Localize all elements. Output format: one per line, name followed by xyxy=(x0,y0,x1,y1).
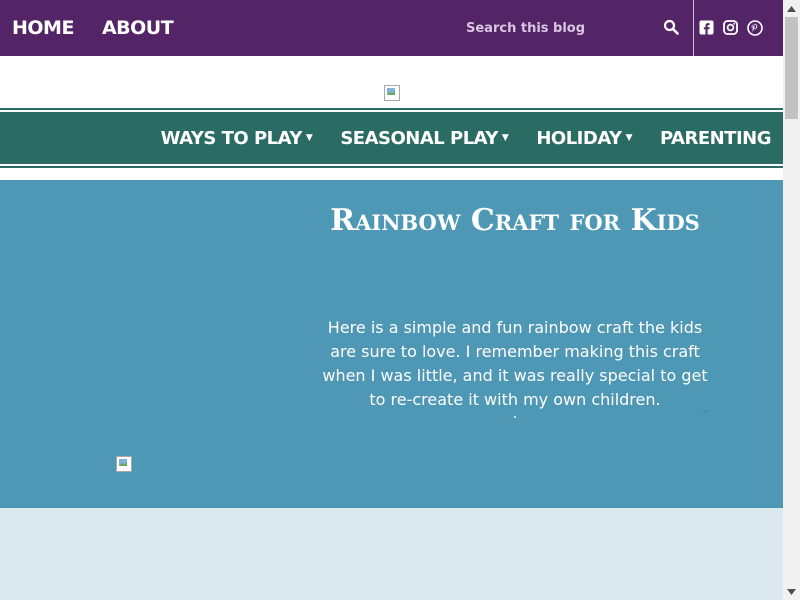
top-bar: HOME ABOUT xyxy=(0,0,783,56)
search-box xyxy=(466,0,693,56)
content-area xyxy=(0,508,783,600)
nav-border-top xyxy=(0,108,783,110)
menu-label: HOLIDAY xyxy=(536,127,622,149)
caret-down-icon: ▼ xyxy=(625,133,633,143)
menu-ways-to-play[interactable]: WAYS TO PLAY ▼ xyxy=(161,128,313,149)
nav-about-link[interactable]: ABOUT xyxy=(102,17,174,39)
scroll-thumb[interactable] xyxy=(785,17,798,119)
nav-border-bottom xyxy=(0,166,783,168)
nav-home-link[interactable]: HOME xyxy=(12,17,74,39)
menu-label: SEASONAL PLAY xyxy=(340,127,498,149)
scroll-down-arrow-icon[interactable] xyxy=(783,583,800,600)
post-excerpt: Here is a simple and fun rainbow craft t… xyxy=(322,318,708,409)
decorative-dot xyxy=(514,416,516,418)
broken-image-icon[interactable] xyxy=(116,456,132,472)
header-divider xyxy=(693,0,694,56)
caret-down-icon: ▼ xyxy=(305,133,313,143)
search-icon[interactable] xyxy=(663,19,681,37)
featured-post: Rainbow Craft for Kids Here is a simple … xyxy=(0,180,783,508)
pinterest-icon[interactable] xyxy=(747,20,763,36)
menu-seasonal-play[interactable]: SEASONAL PLAY ▼ xyxy=(340,127,509,149)
broken-image-icon[interactable] xyxy=(384,85,400,101)
scroll-up-arrow-icon[interactable] xyxy=(783,0,800,17)
post-title[interactable]: Rainbow Craft for Kids xyxy=(320,196,710,246)
scrollbar[interactable] xyxy=(783,0,800,600)
top-nav: HOME ABOUT xyxy=(0,0,189,56)
main-nav: WAYS TO PLAY ▼ SEASONAL PLAY ▼ HOLIDAY ▼… xyxy=(0,112,783,164)
facebook-icon[interactable] xyxy=(699,20,715,36)
menu-holiday[interactable]: HOLIDAY ▼ xyxy=(536,128,632,149)
logo-area xyxy=(0,56,783,108)
read-more-ellipsis[interactable]: ... xyxy=(700,404,710,415)
caret-down-icon: ▼ xyxy=(501,133,509,143)
menu-label: PARENTING xyxy=(659,127,772,149)
instagram-icon[interactable] xyxy=(723,20,739,36)
search-input[interactable] xyxy=(466,20,656,36)
menu-label: WAYS TO PLAY xyxy=(160,127,303,149)
social-links xyxy=(699,20,763,36)
menu-parenting[interactable]: PARENTING xyxy=(659,127,772,149)
